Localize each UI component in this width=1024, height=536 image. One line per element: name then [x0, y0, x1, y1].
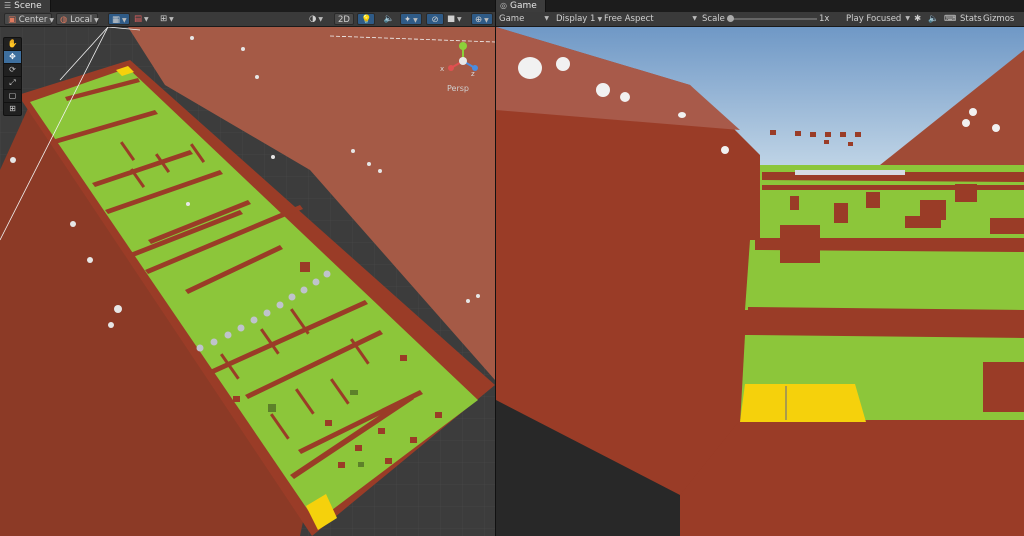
align-icon: ⊞ — [160, 14, 168, 24]
scale-slider-thumb[interactable] — [727, 15, 734, 22]
bug-icon[interactable]: ✱ — [914, 13, 921, 25]
aspect-dropdown[interactable]: Free Aspect ▼ — [604, 13, 699, 25]
space-label: Local — [70, 15, 93, 25]
grid-snapping-button[interactable]: ▦ ▼ — [108, 13, 130, 25]
scale-slider-track — [727, 18, 817, 20]
rotate-tool-icon[interactable]: ⟳ — [4, 64, 21, 77]
chevron-down-icon: ▼ — [318, 16, 324, 23]
aspect-label: Free Aspect — [604, 14, 654, 24]
transform-tool-icon[interactable]: ⊞ — [4, 103, 21, 115]
scale-tool-icon[interactable]: ⤢ — [4, 77, 21, 90]
mode-2d-button[interactable]: 2D — [334, 13, 354, 25]
projection-label[interactable]: Persp — [447, 84, 469, 93]
scale-value: 1x — [819, 14, 830, 24]
scene-render — [0, 27, 495, 536]
pivot-icon: ▣ — [8, 15, 17, 25]
gizmo-x-label: x — [440, 65, 445, 73]
mute-audio-icon[interactable]: 🔈 — [928, 13, 939, 25]
chevron-down-icon: ▼ — [484, 17, 489, 24]
snap-icon: ▤ — [134, 14, 143, 24]
chevron-down-icon: ▼ — [457, 16, 462, 23]
move-tool-icon[interactable]: ✥ — [4, 51, 21, 64]
camera-icon: ■ — [447, 14, 456, 24]
gizmos-label: Gizmos — [983, 14, 1015, 24]
mode-2d-label: 2D — [338, 15, 350, 25]
pivot-label: Center — [18, 15, 48, 25]
chevron-down-icon: ▼ — [905, 15, 910, 22]
tool-palette: ✋ ✥ ⟳ ⤢ ▢ ⊞ — [3, 37, 22, 116]
chevron-down-icon: ▼ — [413, 17, 418, 24]
globe-icon: ⊕ — [475, 15, 483, 25]
incremental-snap-button[interactable]: ▤ ▼ — [134, 13, 156, 25]
chevron-down-icon: ▼ — [544, 15, 549, 22]
chevron-down-icon: ▼ — [144, 16, 149, 23]
chevron-down-icon: ▼ — [597, 16, 603, 23]
chevron-down-icon: ▼ — [94, 17, 99, 24]
tab-game-label: Game — [509, 1, 537, 11]
game-viewport[interactable] — [496, 27, 1024, 536]
hand-tool-icon[interactable]: ✋ — [4, 38, 21, 51]
rect-tool-icon[interactable]: ▢ — [4, 90, 21, 103]
audio-toggle[interactable]: 🔈 — [380, 13, 398, 25]
scene-toolbar: ▣ Center ▼ ◍ Local ▼ ▦ ▼ ▤ ▼ ⊞ ▼ ◑ ▼ 2D 💡 🔈 ✦ ▼… — [0, 12, 495, 27]
gizmos-dropdown[interactable]: Gizmos — [983, 13, 1014, 25]
space-dropdown[interactable]: ◍ Local ▼ — [56, 13, 99, 25]
draw-mode-button[interactable]: ◑ ▼ — [309, 13, 331, 25]
scale-slider[interactable] — [727, 13, 817, 25]
gizmos-button[interactable]: ⊕ ▼ — [471, 13, 493, 25]
view-type-label: Game — [499, 14, 525, 24]
gamepad-icon: ◎ — [500, 1, 507, 10]
view-type-dropdown[interactable]: Game ▼ — [499, 13, 551, 25]
tab-scene[interactable]: ☰ Scene — [0, 0, 51, 12]
chevron-down-icon: ▼ — [49, 17, 54, 24]
grid-icon: ▦ — [112, 15, 121, 25]
speaker-icon: 🔈 — [383, 14, 395, 24]
pivot-dropdown[interactable]: ▣ Center ▼ — [4, 13, 54, 25]
spike-row-game — [795, 170, 905, 175]
display-dropdown[interactable]: Display 1 ▼ — [556, 13, 603, 25]
play-mode-label: Play Focused — [846, 14, 902, 24]
scene-orientation-gizmo[interactable] — [443, 41, 483, 81]
align-button[interactable]: ⊞ ▼ — [160, 13, 182, 25]
menu-icon: ☰ — [4, 1, 12, 10]
chevron-down-icon: ▼ — [692, 15, 697, 22]
shading-sphere-icon: ◑ — [309, 14, 317, 24]
scene-viewport[interactable]: x z Persp — [0, 27, 495, 536]
hidden-objects-toggle[interactable]: ⊘ — [426, 13, 444, 25]
scale-label: Scale — [702, 14, 725, 24]
stats-button[interactable]: Stats — [960, 13, 982, 25]
game-render — [496, 27, 1024, 536]
camera-settings-button[interactable]: ■ ▼ — [447, 13, 469, 25]
shortcuts-icon[interactable]: ⌨ — [944, 13, 956, 25]
effects-toggle[interactable]: ✦ ▼ — [400, 13, 422, 25]
game-view-panel: ◎ Game Game ▼ Display 1 ▼ Free Aspect ▼ Sca… — [496, 0, 1024, 536]
tab-game[interactable]: ◎ Game — [496, 0, 546, 12]
chevron-down-icon: ▼ — [122, 17, 127, 24]
tab-scene-label: Scene — [14, 1, 42, 11]
eye-slash-icon: ⊘ — [431, 15, 439, 25]
effects-icon: ✦ — [404, 15, 412, 25]
lightbulb-icon: 💡 — [361, 15, 372, 25]
play-mode-dropdown[interactable]: Play Focused ▼ — [846, 13, 910, 25]
lighting-toggle[interactable]: 💡 — [357, 13, 375, 25]
game-toolbar: Game ▼ Display 1 ▼ Free Aspect ▼ Scale 1x P… — [496, 12, 1024, 27]
scene-view-panel: ☰ Scene ▣ Center ▼ ◍ Local ▼ ▦ ▼ ▤ ▼ ⊞ ▼ ◑ ▼ 2… — [0, 0, 495, 536]
goal-zone-game — [740, 384, 866, 422]
gizmo-z-label: z — [471, 70, 475, 78]
display-label: Display 1 — [556, 14, 596, 24]
local-space-icon: ◍ — [60, 15, 68, 25]
chevron-down-icon: ▼ — [169, 16, 174, 23]
